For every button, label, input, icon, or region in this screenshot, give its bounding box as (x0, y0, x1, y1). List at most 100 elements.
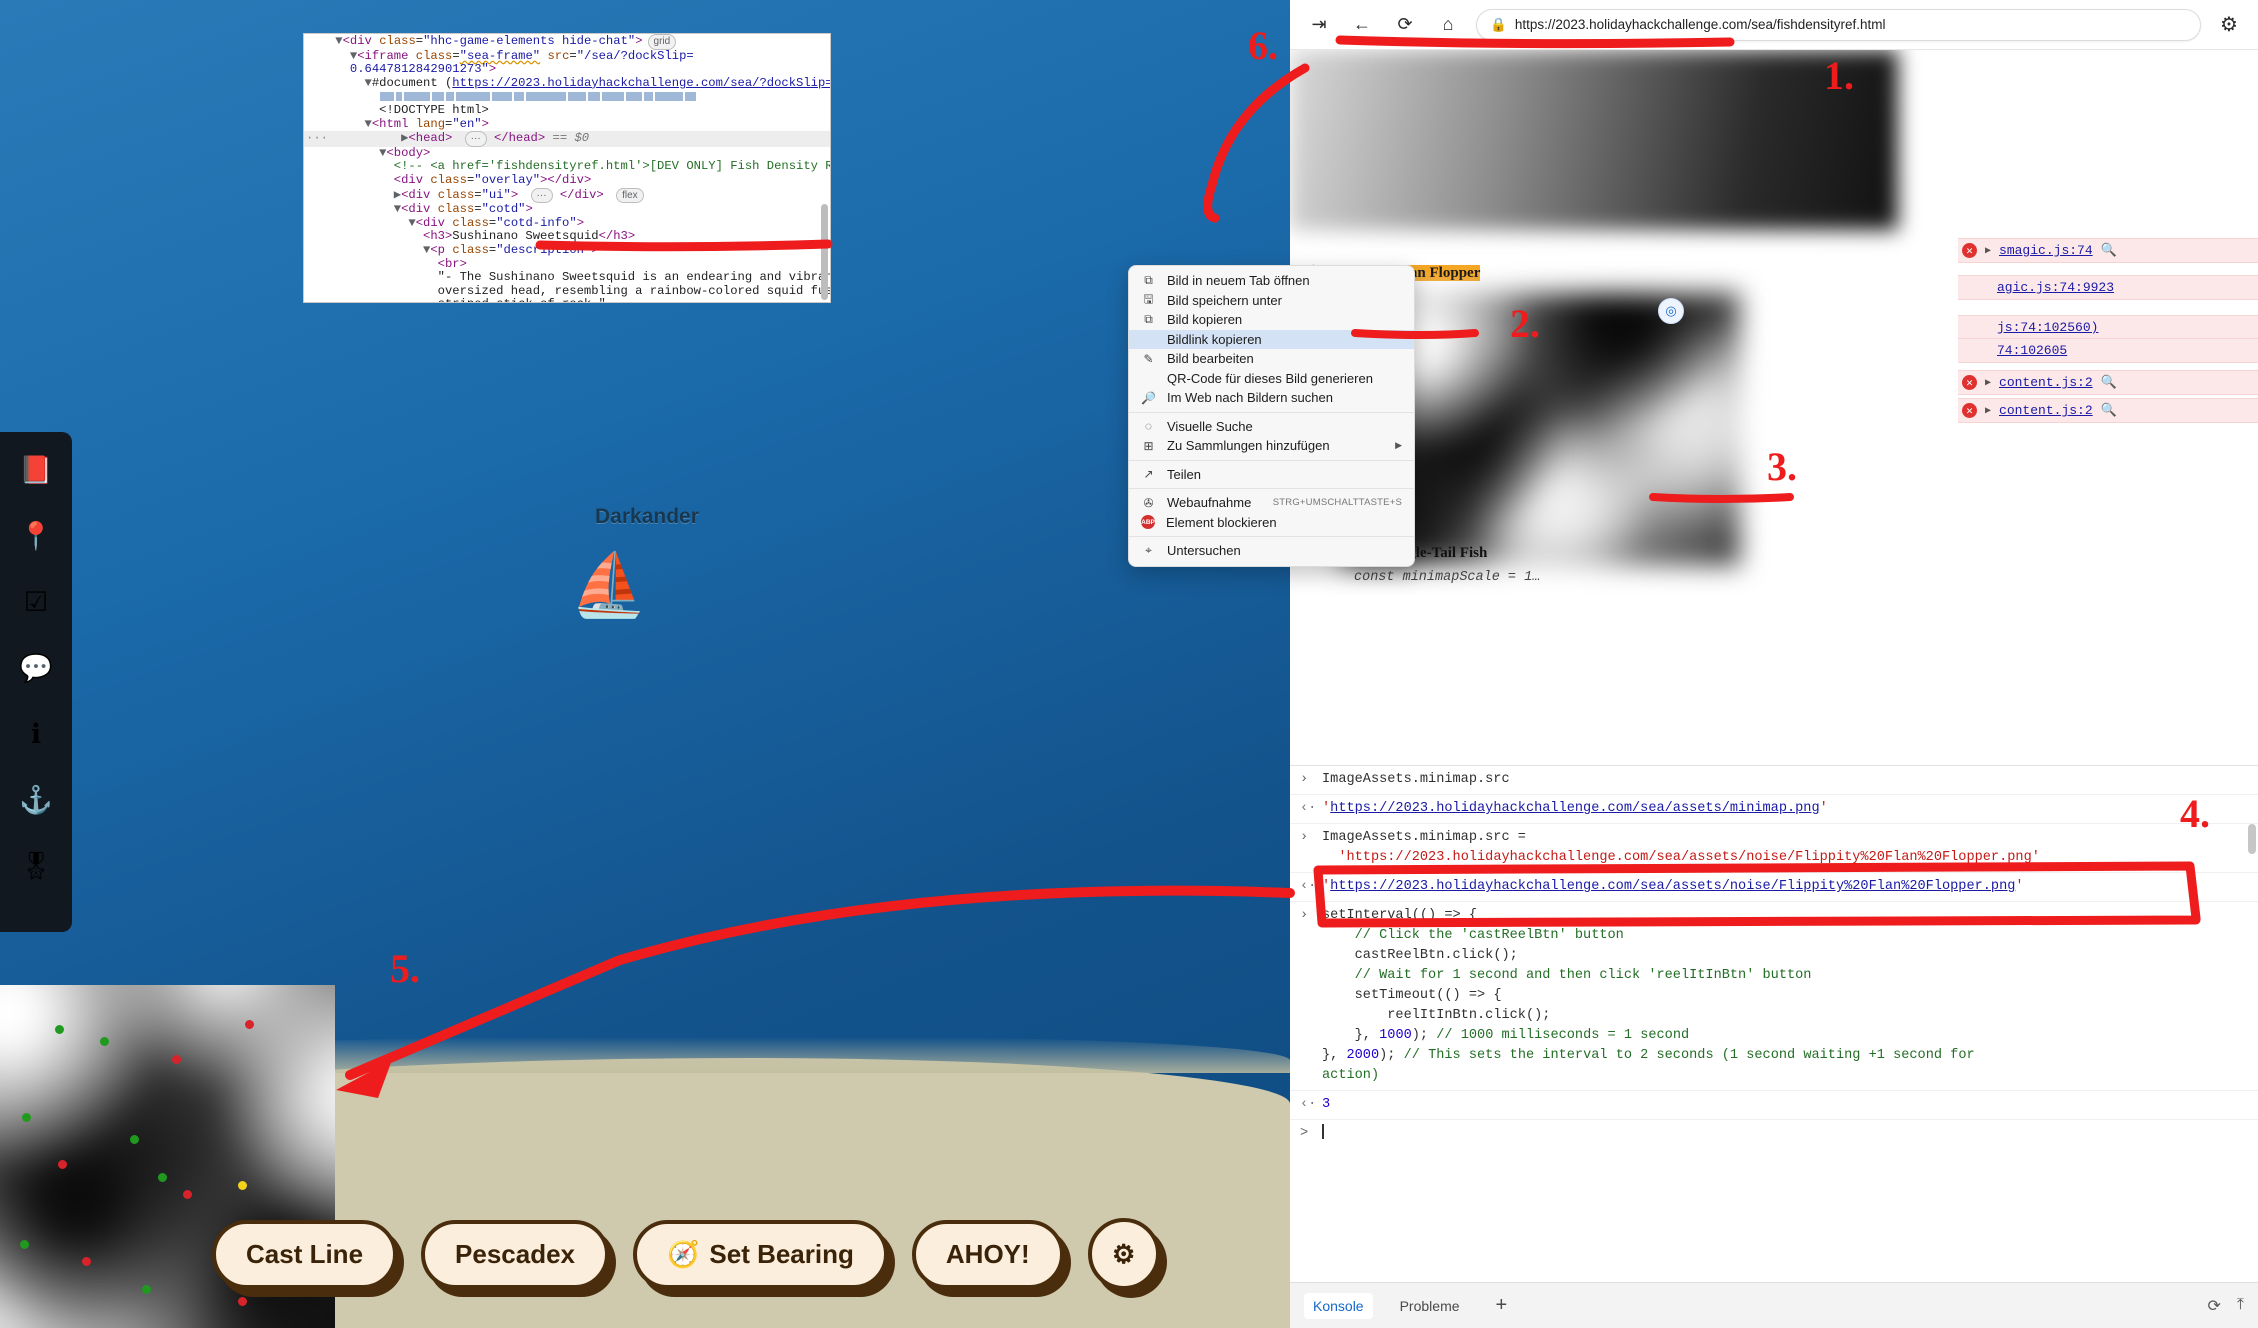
dom-line[interactable]: ▼<div class="hhc-game-elements hide-chat… (304, 34, 830, 50)
menu-item-qr-code-f-r-dieses-bild-generieren[interactable]: QR-Code für dieses Bild generieren (1129, 369, 1414, 389)
chat-icon[interactable]: 💬 (16, 648, 56, 688)
console-input-row[interactable]: › ImageAssets.minimap.src (1290, 766, 2258, 795)
search-icon[interactable]: 🔍 (2101, 403, 2117, 418)
image-context-menu[interactable]: ⧉ Bild in neuem Tab öffnen 🖫 Bild speichern… (1128, 265, 1415, 567)
dom-line[interactable]: <!-- <a href='fishdensityref.html'>[DEV … (304, 160, 830, 174)
error-source-link[interactable]: 74:102605 (1997, 343, 2067, 358)
console-error-row[interactable]: ✕ ▶ content.js:2 🔍 (1958, 370, 2258, 395)
settings-button[interactable]: ⚙ (1087, 1218, 1160, 1290)
refresh-cycle-icon[interactable]: ⟳ (2208, 1296, 2221, 1316)
menu-item-teilen[interactable]: ↗ Teilen (1129, 465, 1414, 485)
dom-line[interactable]: striped stick of rock." (304, 297, 830, 302)
book-icon[interactable]: 📕 (16, 450, 56, 490)
error-source-link[interactable]: content.js:2 (1999, 403, 2093, 418)
cast-line-button[interactable]: Cast Line (212, 1219, 398, 1289)
devtools-console[interactable]: › ImageAssets.minimap.src ‹·'https://2023.… (1290, 765, 2258, 1255)
console-scrollbar[interactable] (2248, 824, 2256, 854)
menu-item-webaufnahme[interactable]: ✇ Webaufnahme STRG+UMSCHALTTASTE+S (1129, 493, 1414, 513)
dom-line[interactable]: <!DOCTYPE html> (304, 103, 830, 118)
dom-scrollbar[interactable] (821, 204, 828, 300)
devtools-tabbar[interactable]: Konsole Probleme + ⟳ ⤒ (1290, 1282, 2258, 1328)
menu-item-bild-kopieren[interactable]: ⧉ Bild kopieren (1129, 310, 1414, 330)
search-icon[interactable]: 🔍 (2101, 243, 2117, 258)
dom-line[interactable]: ▼<body> (304, 146, 830, 161)
dom-line[interactable]: ▶<div class="ui"> ··· </div> flex (304, 187, 830, 204)
medal-icon[interactable]: 🎖 (16, 846, 56, 886)
console-output-row[interactable]: ‹· 'https://2023.holidayhackchallenge.com… (1290, 795, 2258, 824)
plus-icon[interactable]: + (1487, 1289, 1517, 1322)
console-input-row[interactable]: › ImageAssets.minimap.src = 'https://2023… (1290, 824, 2258, 873)
anchor-icon[interactable]: ⚓ (16, 780, 56, 820)
menu-item-im-web-nach-bildern-suchen[interactable]: 🔎 Im Web nach Bildern suchen (1129, 388, 1414, 408)
menu-item-label: Bild bearbeiten (1167, 351, 1254, 367)
ahoy-label: AHOY! (945, 1238, 1030, 1269)
console-code-block[interactable]: › setInterval(() => { // Click the 'castR… (1290, 902, 2258, 1091)
export-icon[interactable]: ⤒ (2237, 1296, 2244, 1316)
menu-item-zu-sammlungen-hinzuf-gen[interactable]: ⊞ Zu Sammlungen hinzufügen ▶ (1129, 436, 1414, 456)
menu-item-bild-in-neuem-tab-ffnen[interactable]: ⧉ Bild in neuem Tab öffnen (1129, 271, 1414, 291)
dom-line[interactable]: <h3>Sushinano Sweetsquid</h3> (304, 230, 830, 244)
game-sidebar-toolbar[interactable]: 📕 📍 ☑ 💬 ℹ ⚓ 🎖 (0, 432, 72, 932)
console-prompt[interactable]: > (1290, 1120, 2258, 1148)
home-icon[interactable]: ⌂ (1433, 10, 1463, 40)
console-output-row[interactable]: ‹· 'https://2023.holidayhackchallenge.com… (1290, 873, 2258, 902)
console-comment: action) (1322, 1068, 1380, 1083)
visual-search-icon[interactable]: ◎ (1658, 298, 1684, 324)
site-info-icon[interactable]: 🔒 (1490, 17, 1507, 33)
dom-line[interactable]: oversized head, resembling a rainbow-col… (304, 284, 830, 299)
error-source-link[interactable]: smagic.js:74 (1999, 243, 2093, 258)
settings-gear-icon[interactable]: ⚙ (2214, 10, 2244, 40)
minimap-dot (158, 1173, 167, 1182)
reload-icon[interactable]: ⟳ (1390, 10, 1420, 40)
console-output[interactable]: › ImageAssets.minimap.src ‹·'https://2023.… (1290, 766, 2258, 1148)
tab-probleme[interactable]: Probleme (1391, 1293, 1469, 1319)
dom-line[interactable]: "- The Sushinano Sweetsquid is an endear… (304, 270, 830, 285)
console-error-row[interactable]: ✕ ▶ smagic.js:74 🔍 (1958, 238, 2258, 263)
sidebar-toggle-icon[interactable]: ⇥ (1304, 10, 1334, 40)
menu-item-bildlink-kopieren[interactable]: Bildlink kopieren (1129, 329, 1414, 349)
console-error-row[interactable]: 74:102605 (1958, 338, 2258, 363)
ahoy-button[interactable]: AHOY! (911, 1219, 1064, 1289)
dom-line[interactable]: 0.6447812842901273"> (304, 62, 830, 77)
menu-item-untersuchen[interactable]: ⌖ Untersuchen (1129, 541, 1414, 561)
menu-item-bild-bearbeiten[interactable]: ✎ Bild bearbeiten (1129, 349, 1414, 369)
console-string: 'https://2023.holidayhackchallenge.com/s… (1338, 850, 2040, 865)
dom-line[interactable]: ▼<iframe class="sea-frame" src="/sea/?do… (304, 49, 830, 64)
console-link[interactable]: https://2023.holidayhackchallenge.com/se… (1330, 879, 2015, 894)
address-bar[interactable]: 🔒 https://2023.holidayhackchallenge.com/… (1476, 8, 2201, 41)
map-pin-icon[interactable]: 📍 (16, 516, 56, 556)
info-icon[interactable]: ℹ (16, 714, 56, 754)
browser-toolbar[interactable]: ⇥ ← ⟳ ⌂ 🔒 https://2023.holidayhackchalle… (1290, 0, 2258, 50)
error-source-link[interactable]: content.js:2 (1999, 375, 2093, 390)
dom-line[interactable]: ··· ▶<head> ··· </head> == $0 (304, 131, 830, 147)
expand-arrow-icon[interactable]: ▶ (1985, 405, 1991, 417)
dom-inspector-panel[interactable]: ▼<div class="hhc-game-elements hide-chat… (303, 33, 831, 303)
menu-item-visuelle-suche[interactable]: ◌ Visuelle Suche (1129, 417, 1414, 437)
pescadex-button[interactable]: Pescadex (421, 1219, 610, 1289)
error-source-link[interactable]: js:74:102560) (1997, 320, 2098, 335)
dom-tree[interactable]: ▼<div class="hhc-game-elements hide-chat… (304, 34, 830, 302)
console-link[interactable]: https://2023.holidayhackchallenge.com/se… (1330, 801, 1819, 816)
dom-line[interactable]: <br> (304, 257, 830, 272)
dom-line[interactable]: ▼<p class="description"> (304, 243, 830, 258)
dom-line[interactable]: <div class="overlay"></div> (304, 173, 830, 188)
dom-line[interactable]: ▼<div class="cotd-info"> (304, 216, 830, 231)
dom-line[interactable]: ▼<html lang="en"> (304, 117, 830, 132)
dom-line[interactable]: ▼<div class="cotd"> (304, 202, 830, 217)
menu-item-bild-speichern-unter[interactable]: 🖫 Bild speichern unter (1129, 291, 1414, 311)
search-icon[interactable]: 🔍 (2101, 375, 2117, 390)
set-bearing-button[interactable]: 🧭 Set Bearing (633, 1219, 888, 1289)
tab-konsole[interactable]: Konsole (1304, 1292, 1373, 1319)
game-action-buttons[interactable]: Cast Line Pescadex 🧭 Set Bearing AHOY! ⚙ (212, 1218, 1160, 1290)
error-source-link[interactable]: agic.js:74:9923 (1997, 280, 2114, 295)
expand-arrow-icon[interactable]: ▶ (1985, 377, 1991, 389)
dom-line[interactable] (304, 90, 830, 104)
console-error-row[interactable]: js:74:102560) (1958, 315, 2258, 340)
menu-item-element-blockieren[interactable]: ABP Element blockieren (1129, 513, 1414, 533)
console-error-row[interactable]: agic.js:74:9923 (1958, 275, 2258, 300)
dom-line[interactable]: ▼#document (https://2023.holidayhackchal… (304, 76, 830, 91)
expand-arrow-icon[interactable]: ▶ (1985, 245, 1991, 257)
back-arrow-icon[interactable]: ← (1347, 10, 1377, 40)
console-error-row[interactable]: ✕ ▶ content.js:2 🔍 (1958, 398, 2258, 423)
check-icon[interactable]: ☑ (16, 582, 56, 622)
